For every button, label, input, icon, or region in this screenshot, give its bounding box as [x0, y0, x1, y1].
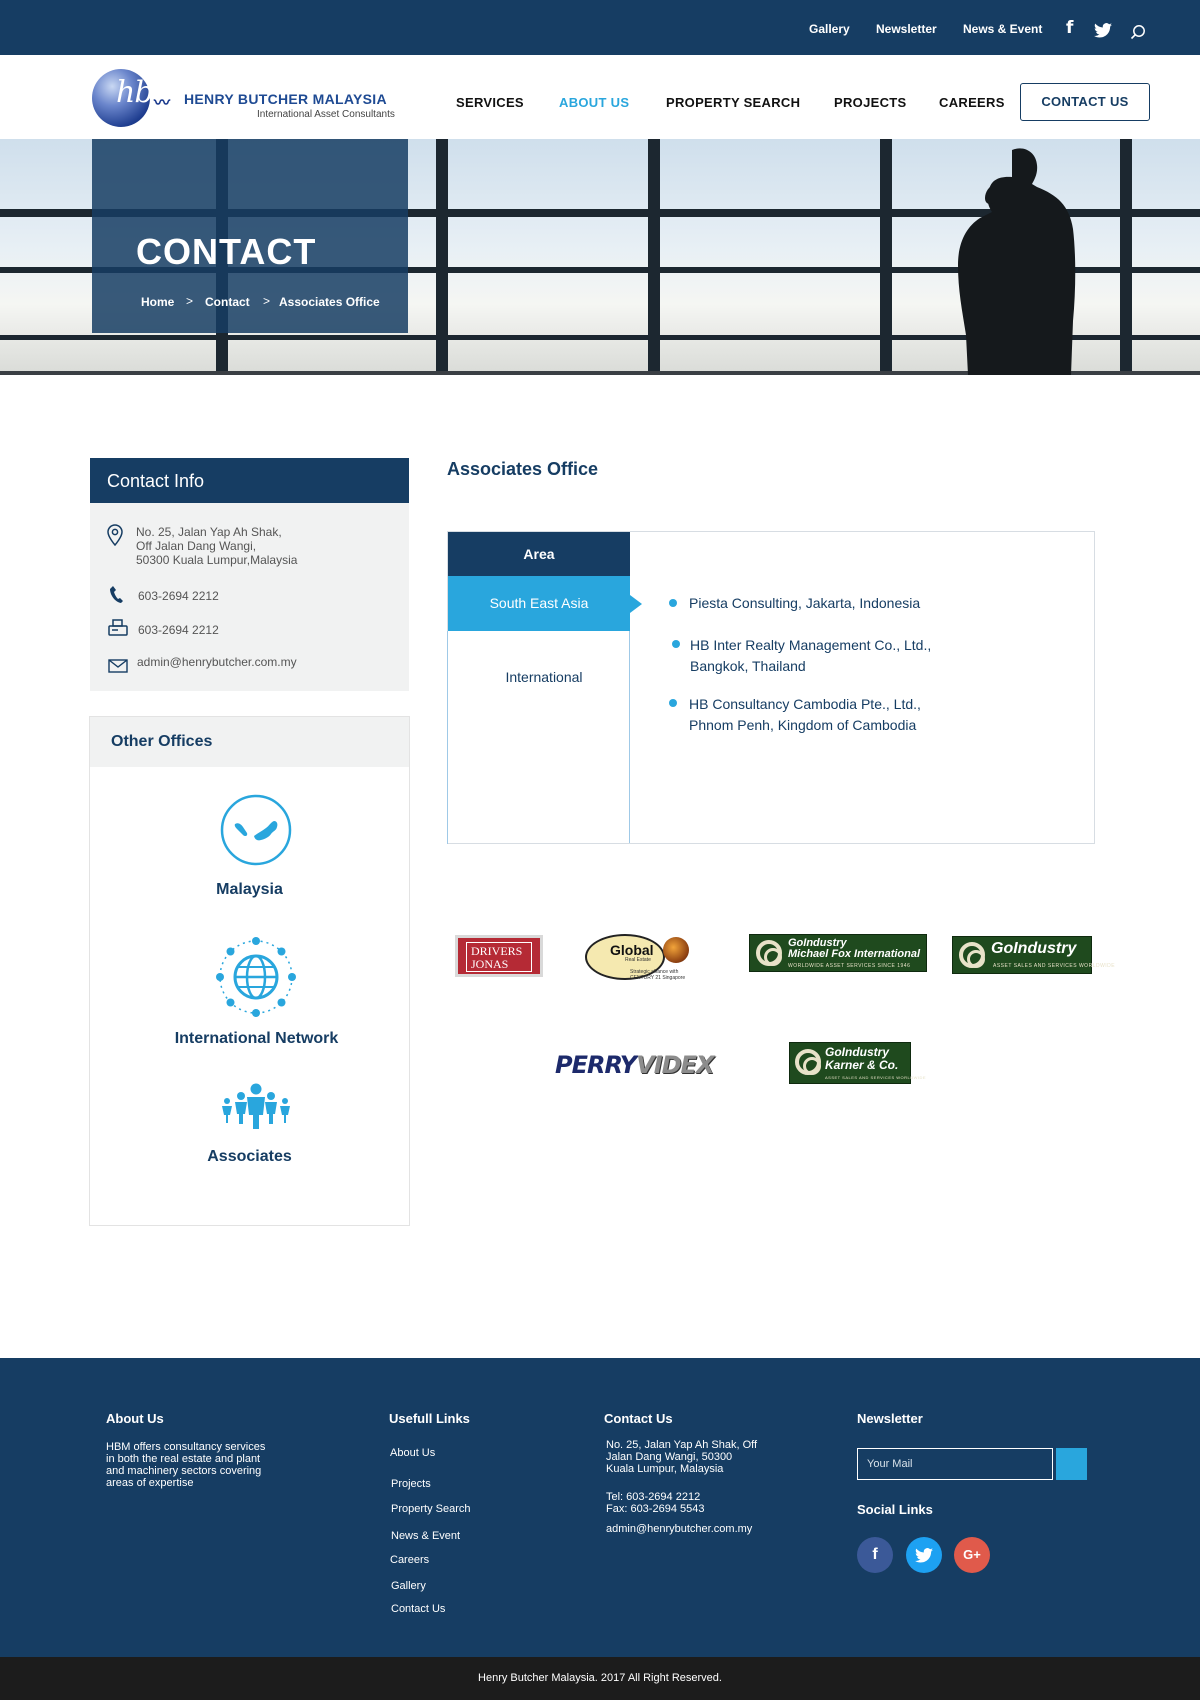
tab-south-east-asia[interactable]: South East Asia	[448, 576, 642, 631]
partner-logo-goindustry-karner[interactable]: GoIndustry Karner & Co. ASSET SALES AND …	[789, 1042, 926, 1084]
partner-logo-text: DRIVERS JONAS	[466, 942, 532, 972]
footer-about-text: HBM offers consultancy services in both …	[106, 1441, 266, 1489]
office-item: HB Consultancy Cambodia Pte., Ltd., Phno…	[689, 694, 921, 736]
footer-newsletter-title: Newsletter	[857, 1411, 923, 1426]
other-offices-panel: Other Offices Malaysia International Net…	[89, 716, 410, 1226]
footer-links-title: Usefull Links	[389, 1411, 470, 1426]
address-line: No. 25, Jalan Yap Ah Shak,	[136, 525, 282, 539]
partner-logo-goindustry-michael-fox[interactable]: GoIndustry Michael Fox International WOR…	[749, 934, 927, 972]
office-associates-link[interactable]: Associates	[90, 1148, 409, 1166]
section-title: Associates Office	[447, 459, 599, 479]
fax-icon	[108, 619, 128, 636]
partner-logo-global-real-estate[interactable]: Global Real Estate Strategic alliance wi…	[585, 932, 693, 982]
hero-banner: CONTACT Home > Contact > Associates Offi…	[0, 139, 1200, 375]
logo-mark: hb	[116, 75, 154, 110]
facebook-icon[interactable]: f	[1066, 18, 1073, 38]
facebook-icon[interactable]: f	[857, 1537, 893, 1573]
nav-item-about-us[interactable]: ABOUT US	[559, 95, 629, 110]
phone-number: 603-2694 2212	[138, 589, 219, 603]
google-plus-icon[interactable]: G+	[954, 1537, 990, 1573]
associates-tab-panel: Area South East Asia International Piest…	[447, 531, 1095, 844]
bullet-icon	[669, 699, 677, 707]
contact-info-title: Contact Info	[90, 458, 409, 503]
logo-tagline: International Asset Consultants	[257, 109, 395, 120]
bullet-icon	[669, 599, 677, 607]
office-item: Piesta Consulting, Jakarta, Indonesia	[689, 593, 920, 614]
tab-international[interactable]: International	[448, 662, 640, 692]
newsletter-submit-button[interactable]	[1056, 1448, 1087, 1480]
chevron-right-icon: >	[186, 294, 194, 308]
goindustry-ring-icon	[795, 1049, 821, 1075]
fax-number: 603-2694 2212	[138, 623, 219, 637]
contact-info-panel: No. 25, Jalan Yap Ah Shak, Off Jalan Dan…	[90, 503, 409, 691]
breadcrumb-home[interactable]: Home	[141, 295, 174, 309]
office-item-line: Bangkok, Thailand	[690, 658, 806, 674]
nav-item-careers[interactable]: CAREERS	[939, 95, 1005, 110]
company-logo[interactable]: hb 〰 HENRY BUTCHER MALAYSIA Internationa…	[92, 69, 395, 129]
logo-wave-icon: 〰	[154, 95, 171, 112]
phone-icon	[110, 586, 123, 603]
address-line: 50300 Kuala Lumpur,Malaysia	[136, 553, 298, 567]
businessman-silhouette	[958, 148, 1076, 375]
office-item-line: Phnom Penh, Kingdom of Cambodia	[689, 717, 917, 733]
office-international-network-link[interactable]: International Network	[97, 1030, 416, 1048]
page-title: CONTACT	[136, 231, 317, 272]
footer-link-property-search[interactable]: Property Search	[391, 1503, 470, 1515]
footer-link-about-us[interactable]: About Us	[390, 1447, 435, 1459]
location-pin-icon	[107, 524, 123, 546]
topbar-link-newsletter[interactable]: Newsletter	[876, 22, 937, 36]
footer-about-title: About Us	[106, 1411, 164, 1426]
office-item: HB Inter Realty Management Co., Ltd., Ba…	[690, 635, 931, 677]
twitter-icon[interactable]	[906, 1537, 942, 1573]
topbar-link-news-event[interactable]: News & Event	[963, 22, 1042, 36]
footer-contact-address: No. 25, Jalan Yap Ah Shak, Off Jalan Dan…	[606, 1439, 758, 1475]
office-item-line: HB Inter Realty Management Co., Ltd.,	[690, 637, 932, 653]
area-header: Area	[448, 532, 630, 576]
footer-link-projects[interactable]: Projects	[391, 1478, 431, 1490]
office-malaysia-link[interactable]: Malaysia	[90, 881, 409, 899]
breadcrumb-current: Associates Office	[279, 295, 380, 309]
search-icon[interactable]	[1130, 24, 1146, 40]
copyright-bar: Henry Butcher Malaysia. 2017 All Right R…	[0, 1657, 1200, 1700]
office-item-line: HB Consultancy Cambodia Pte., Ltd.,	[689, 696, 921, 712]
footer-link-gallery[interactable]: Gallery	[391, 1580, 426, 1592]
footer-contact-tel: Tel: 603-2694 2212	[606, 1491, 701, 1503]
malaysia-map-icon[interactable]	[220, 794, 292, 866]
contact-us-button[interactable]: CONTACT US	[1020, 83, 1150, 121]
twitter-icon[interactable]	[1094, 23, 1112, 38]
footer-link-contact-us[interactable]: Contact Us	[391, 1603, 445, 1615]
top-bar: Gallery Newsletter News & Event f	[0, 0, 1200, 55]
address-line: Off Jalan Dang Wangi,	[136, 539, 257, 553]
footer-social-title: Social Links	[857, 1502, 933, 1517]
partner-logo-drivers-jonas[interactable]: DRIVERS JONAS	[455, 935, 543, 977]
goindustry-ring-icon	[756, 940, 782, 966]
mail-icon	[108, 659, 128, 673]
associates-people-icon[interactable]	[221, 1083, 291, 1129]
nav-item-services[interactable]: SERVICES	[456, 95, 524, 110]
bullet-icon	[672, 640, 680, 648]
newsletter-email-input[interactable]	[857, 1448, 1053, 1480]
chevron-right-icon: >	[263, 294, 271, 308]
topbar-link-gallery[interactable]: Gallery	[809, 22, 850, 36]
main-header: hb 〰 HENRY BUTCHER MALAYSIA Internationa…	[0, 55, 1200, 139]
footer-contact-title: Contact Us	[604, 1411, 673, 1426]
globe-icon	[663, 937, 689, 963]
partner-logo-perry-videx[interactable]: PERRYVIDEX	[555, 1051, 714, 1079]
logo-name: HENRY BUTCHER MALAYSIA	[184, 91, 387, 107]
nav-item-property-search[interactable]: PROPERTY SEARCH	[666, 95, 800, 110]
office-item-line: Piesta Consulting, Jakarta, Indonesia	[689, 595, 921, 611]
partner-logo-goindustry[interactable]: GoIndustry ASSET SALES AND SERVICES WORL…	[952, 936, 1115, 974]
area-tab-column: Area South East Asia International	[447, 532, 642, 844]
footer-contact-fax: Fax: 603-2694 5543	[606, 1503, 705, 1515]
other-offices-title: Other Offices	[90, 717, 409, 767]
goindustry-ring-icon	[959, 942, 985, 968]
footer-link-news-event[interactable]: News & Event	[391, 1530, 460, 1542]
breadcrumb-contact[interactable]: Contact	[205, 295, 250, 309]
email-link[interactable]: admin@henrybutcher.com.my	[137, 655, 297, 669]
nav-item-projects[interactable]: PROJECTS	[834, 95, 906, 110]
footer-link-careers[interactable]: Careers	[390, 1554, 429, 1566]
site-footer: About Us HBM offers consultancy services…	[0, 1358, 1200, 1657]
footer-contact-email[interactable]: admin@henrybutcher.com.my	[606, 1523, 752, 1535]
global-network-icon[interactable]	[214, 935, 298, 1019]
